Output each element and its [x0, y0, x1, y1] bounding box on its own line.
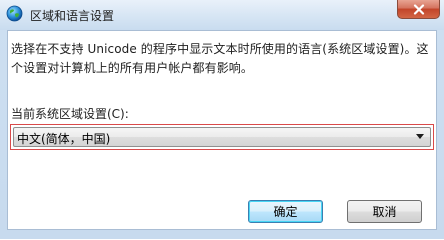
title-bar[interactable]: 区域和语言设置: [0, 0, 444, 30]
current-locale-label: 当前系统区域设置(C):: [11, 107, 129, 121]
locale-select-highlight: 中文(简体，中国): [10, 124, 434, 150]
ok-button[interactable]: 确定: [248, 200, 323, 223]
globe-icon: [6, 5, 23, 22]
cancel-button[interactable]: 取消: [347, 200, 422, 223]
close-button[interactable]: [397, 0, 440, 19]
dialog-content: 选择在不支持 Unicode 的程序中显示文本时所使用的语言(系统区域设置)。这…: [7, 30, 437, 230]
close-icon: [413, 3, 424, 15]
locale-select[interactable]: 中文(简体，中国): [13, 127, 431, 147]
locale-select-value: 中文(简体，中国): [17, 132, 111, 146]
window-title: 区域和语言设置: [30, 9, 115, 23]
dropdown-arrow-icon[interactable]: [416, 134, 424, 139]
region-language-dialog: 区域和语言设置 选择在不支持 Unicode 的程序中显示文本时所使用的语言(系…: [0, 0, 444, 239]
description-text: 选择在不支持 Unicode 的程序中显示文本时所使用的语言(系统区域设置)。这…: [11, 42, 429, 75]
